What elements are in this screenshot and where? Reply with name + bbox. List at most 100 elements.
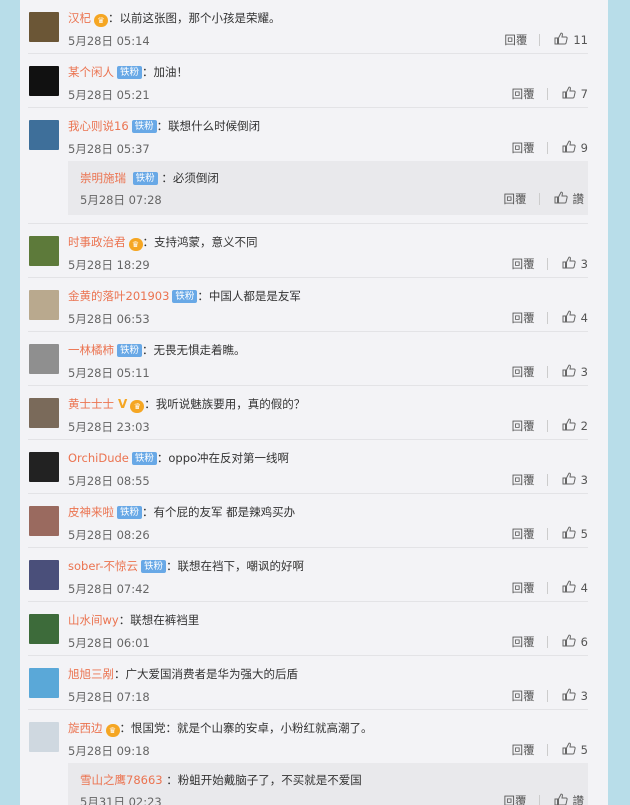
avatar[interactable] [29,614,59,644]
reply-button[interactable]: 回覆 [512,418,535,434]
like-button[interactable]: 3 [562,472,588,488]
reply-button[interactable]: 回覆 [512,310,535,326]
comment-actions: 回覆 4 [512,310,588,326]
comment-text: sober-不惊云 铁粉 ：联想在裆下，嘲讽的好啊 [68,558,304,574]
fan-badge: 铁粉 [172,290,198,303]
username-link[interactable]: 我心则说16 [68,119,129,133]
fan-badge: 铁粉 [117,344,143,357]
username-link[interactable]: 汉杞 [68,11,91,25]
avatar[interactable] [29,66,59,96]
comment-content: ：恨国党：就是个山寨的安卓，小粉红就高潮了。 [119,721,373,735]
avatar[interactable] [29,344,59,374]
reply-button[interactable]: 回覆 [512,86,535,102]
thumbs-up-icon [562,742,581,758]
comment-text: OrchiDude 铁粉 ：oppo冲在反对第一线啊 [68,450,289,466]
username-link[interactable]: sober-不惊云 [68,559,138,573]
vip-medal-icon: ♛ [94,14,108,27]
comment-actions: 回覆 11 [504,32,588,48]
fan-badge: 铁粉 [141,560,167,573]
avatar[interactable] [29,398,59,428]
like-button[interactable]: 3 [562,364,588,380]
like-label: 讚 [572,192,585,206]
username-link[interactable]: 皮神来啦 [68,505,114,519]
thumbs-up-icon [554,32,573,48]
divider [546,366,548,378]
reply-button[interactable]: 回覆 [512,688,535,704]
reply-button[interactable]: 回覆 [504,32,527,48]
comment-actions: 回覆 3 [512,256,588,272]
like-count: 6 [580,635,588,649]
thumbs-up-icon [562,256,581,272]
like-button[interactable]: 4 [562,580,588,596]
reply-button[interactable]: 回覆 [512,742,535,758]
reply-time: 5月28日 07:28 [80,193,162,207]
divider [546,88,548,100]
like-button[interactable]: 2 [562,418,588,434]
reply-button[interactable]: 回覆 [512,580,535,596]
divider [546,312,548,324]
username-link[interactable]: 时事政治君 [68,235,126,249]
like-button[interactable]: 6 [562,634,588,650]
avatar[interactable] [29,668,59,698]
divider [546,582,548,594]
avatar[interactable] [29,506,59,536]
like-count: 3 [580,365,588,379]
comment-text: 时事政治君 ♛ ：支持鸿蒙，意义不同 [68,234,258,251]
like-button[interactable]: 讚 [554,191,585,207]
reply-button[interactable]: 回覆 [512,140,535,156]
reply-button[interactable]: 回覆 [512,364,535,380]
reply-button[interactable]: 回覆 [512,256,535,272]
comment-item: 山水间wy：联想在裤裆里 5月28日 06:01 回覆 6 [28,602,588,656]
comment-actions: 回覆 4 [512,580,588,596]
like-button[interactable]: 3 [562,688,588,704]
avatar[interactable] [29,452,59,482]
reply-text: 崇明施瑞 铁粉 ：必须倒闭 [80,170,219,186]
username-link[interactable]: 一林橘柿 [68,343,114,357]
reply-button[interactable]: 回覆 [504,793,527,805]
comment-time: 5月28日 07:18 [68,690,150,704]
username-link[interactable]: 黄士士士 [68,397,114,411]
comment-actions: 回覆 3 [512,364,588,380]
like-count: 3 [580,257,588,271]
reply-content: ：粉蛆开始戴脑子了，不买就是不爱国 [166,773,362,787]
reply-text: 雪山之鹰78663 ：粉蛆开始戴脑子了，不买就是不爱国 [80,772,362,788]
divider [546,744,548,756]
reply-button[interactable]: 回覆 [504,191,527,207]
username-link[interactable]: 山水间wy [68,613,119,627]
like-button[interactable]: 4 [562,310,588,326]
avatar[interactable] [29,120,59,150]
avatar[interactable] [29,560,59,590]
comment-time: 5月28日 23:03 [68,420,150,434]
comment-text: 金黄的落叶201903 铁粉 ：中国人都是是友军 [68,288,301,304]
comment-content: ：中国人都是是友军 [197,289,301,303]
avatar[interactable] [29,236,59,266]
like-button[interactable]: 11 [554,32,588,48]
username-link[interactable]: 旋西边 [68,721,103,735]
like-button[interactable]: 3 [562,256,588,272]
username-link[interactable]: 旭旭三剐 [68,667,114,681]
like-button[interactable]: 7 [562,86,588,102]
avatar[interactable] [29,12,59,42]
reply-actions: 回覆 讚 [504,191,585,207]
username-link[interactable]: 金黄的落叶201903 [68,289,169,303]
comment-list: 汉杞 ♛ ：以前这张图，那个小孩是荣耀。 5月28日 05:14 回覆 11 某个闲人… [20,0,608,805]
username-link[interactable]: 某个闲人 [68,65,114,79]
reply-button[interactable]: 回覆 [512,526,535,542]
like-button[interactable]: 5 [562,742,588,758]
username-link[interactable]: OrchiDude [68,451,129,465]
comment-item: OrchiDude 铁粉 ：oppo冲在反对第一线啊 5月28日 08:55 回覆 3 [28,440,588,494]
comment-text: 黄士士士 V ♛ ：我听说魅族要用，真的假的？ [68,396,305,413]
avatar[interactable] [29,722,59,752]
comment-item: 我心则说16 铁粉 ：联想什么时候倒闭 5月28日 05:37 回覆 9 崇明施瑞 铁… [28,108,588,224]
username-link[interactable]: 崇明施瑞 [80,171,126,185]
reply-button[interactable]: 回覆 [512,634,535,650]
avatar[interactable] [29,290,59,320]
username-link[interactable]: 雪山之鹰78663 [80,773,163,787]
like-count: 2 [580,419,588,433]
like-button[interactable]: 讚 [554,793,584,805]
divider [546,258,548,270]
reply-button[interactable]: 回覆 [512,472,535,488]
like-button[interactable]: 5 [562,526,588,542]
like-button[interactable]: 9 [562,140,588,156]
comment-item: 汉杞 ♛ ：以前这张图，那个小孩是荣耀。 5月28日 05:14 回覆 11 [28,0,588,54]
